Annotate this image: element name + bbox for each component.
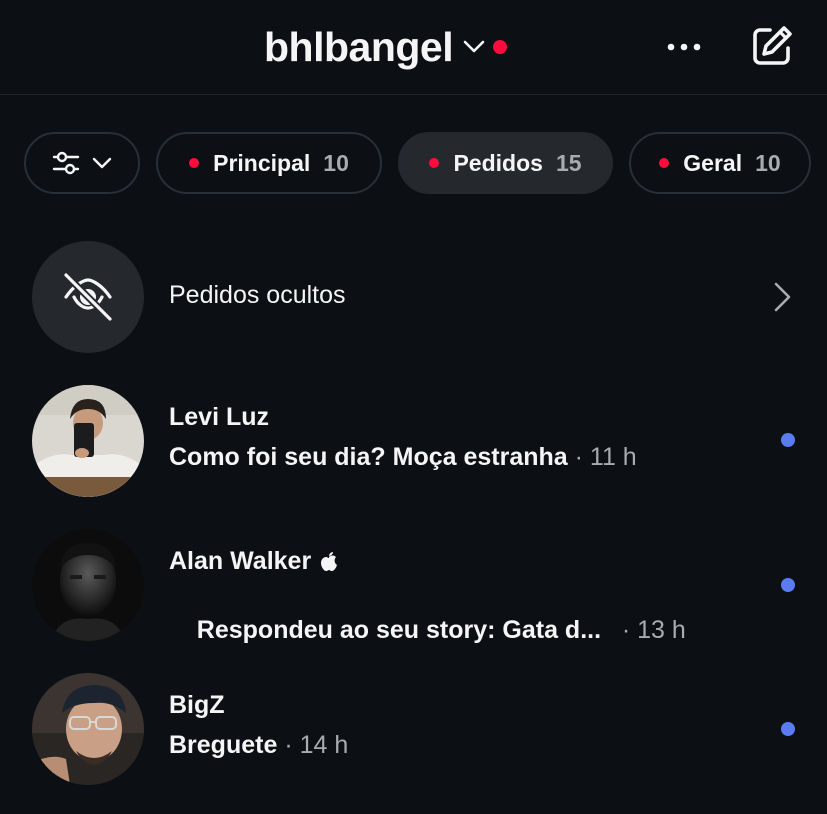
message-time: · 11 h — [567, 443, 637, 471]
sender-name: Levi Luz — [169, 403, 270, 431]
sliders-icon — [52, 151, 80, 175]
filter-options-button[interactable] — [24, 132, 140, 194]
top-header: bhlbangel — [0, 0, 827, 95]
hidden-requests-avatar — [32, 241, 144, 353]
sender-name: Alan Walker — [169, 547, 312, 575]
hidden-requests-label: Pedidos ocultos — [169, 281, 346, 309]
notification-dot — [659, 158, 670, 168]
preview-text: Respondeu ao seu story: Gata d... — [196, 616, 602, 644]
message-request-row[interactable]: Levi Luz Como foi seu dia? Moça estranha… — [32, 385, 802, 497]
account-switcher[interactable]: bhlbangel — [264, 22, 508, 72]
sender-name-row: Alan Walker — [169, 547, 339, 576]
more-options-button[interactable] — [664, 30, 704, 64]
unread-indicator — [781, 722, 795, 736]
notification-dot — [189, 158, 200, 168]
unread-indicator — [781, 433, 795, 447]
account-username: bhlbangel — [264, 23, 454, 70]
message-preview: Breguete · 14 h — [169, 731, 348, 760]
avatar — [32, 673, 144, 785]
unread-indicator — [781, 578, 795, 592]
more-horizontal-icon — [667, 43, 701, 51]
compose-icon — [753, 26, 792, 65]
avatar — [32, 529, 144, 641]
filter-bar: Principal 10 Pedidos 15 Geral 10 — [0, 132, 827, 194]
sender-name: BigZ — [169, 691, 225, 719]
message-time: · 13 h — [601, 616, 686, 644]
apple-icon — [321, 551, 338, 571]
tab-count: 10 — [323, 149, 349, 176]
tab-principal[interactable]: Principal 10 — [156, 132, 382, 194]
message-preview: Respondeu ao seu story: Gata d... · 13 h — [169, 587, 686, 674]
eye-off-icon — [63, 272, 113, 322]
message-time: · 14 h — [277, 731, 349, 759]
chevron-right-icon — [774, 282, 791, 312]
chevron-down-icon — [463, 36, 485, 58]
notification-dot — [493, 40, 508, 54]
tab-pedidos[interactable]: Pedidos 15 — [398, 132, 613, 194]
tab-label: Geral — [683, 149, 743, 176]
chevron-down-icon — [92, 157, 112, 169]
preview-text: Breguete — [169, 731, 278, 759]
hidden-requests-row[interactable]: Pedidos ocultos — [32, 241, 802, 353]
tab-label: Pedidos — [453, 149, 543, 176]
preview-text: Como foi seu dia? Moça estranha — [169, 443, 568, 471]
tab-count: 15 — [555, 149, 582, 176]
message-request-row[interactable]: Alan Walker Respondeu ao seu story: Gata… — [32, 529, 802, 644]
tab-label: Principal — [213, 149, 311, 176]
tab-geral[interactable]: Geral 10 — [629, 132, 811, 194]
notification-dot — [429, 158, 440, 168]
avatar — [32, 385, 144, 497]
compose-button[interactable] — [748, 22, 796, 70]
message-preview: Como foi seu dia? Moça estranha · 11 h — [169, 443, 637, 472]
tab-count: 10 — [755, 149, 781, 176]
message-request-row[interactable]: BigZ Breguete · 14 h — [32, 673, 802, 785]
